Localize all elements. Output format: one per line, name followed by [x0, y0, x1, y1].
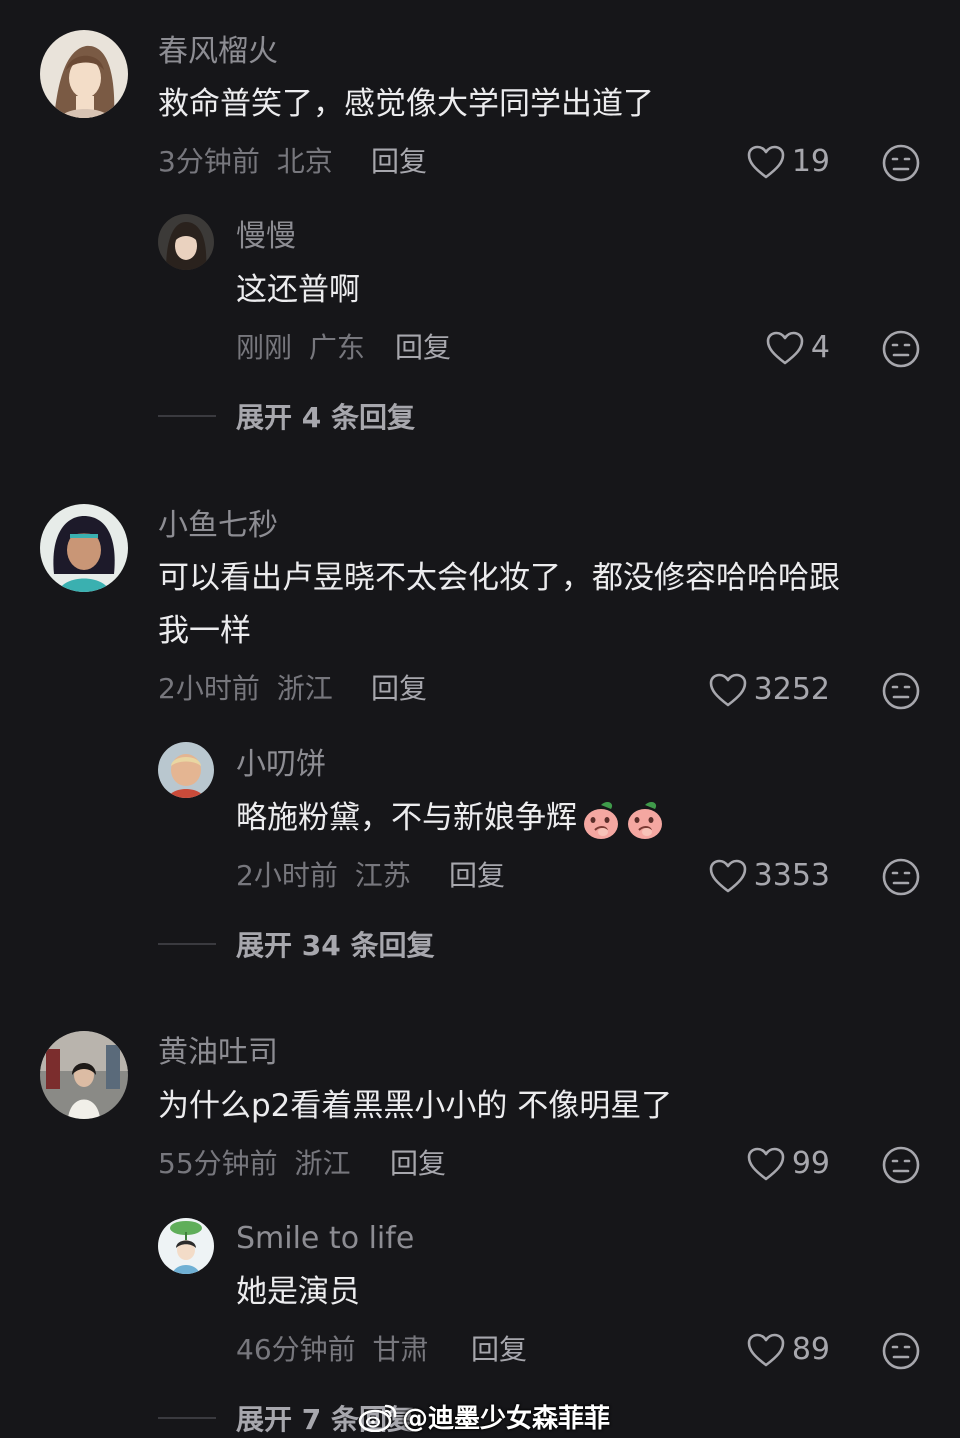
location: 甘肃	[372, 1333, 429, 1366]
like-count: 99	[791, 1146, 830, 1181]
watermark: @迪墨少女森菲菲	[358, 1398, 610, 1435]
like-button[interactable]: 89	[746, 1332, 830, 1368]
watermark-text: @迪墨少女森菲菲	[402, 1404, 611, 1434]
location: 浙江	[294, 1147, 351, 1180]
heart-icon	[746, 1146, 786, 1182]
username[interactable]: Smile to life	[236, 1224, 414, 1254]
timestamp: 55分钟前	[158, 1147, 278, 1180]
reply-button[interactable]: 回复	[471, 1336, 527, 1364]
weibo-icon	[358, 1402, 398, 1432]
comment-meta: 55分钟前 浙江	[158, 1150, 351, 1178]
like-count: 89	[791, 1332, 830, 1367]
username[interactable]: 黄油吐司	[158, 1038, 278, 1068]
reply-meta: 46分钟前 甘肃	[236, 1336, 429, 1364]
reply-button[interactable]: 回复	[390, 1150, 446, 1178]
dislike-icon[interactable]	[881, 1331, 921, 1371]
heart-icon	[746, 1332, 786, 1368]
divider	[158, 1417, 216, 1419]
avatar[interactable]	[158, 1218, 214, 1274]
timestamp: 46分钟前	[236, 1333, 356, 1366]
comment-text: 为什么p2看着黑黑小小的 不像明星了	[158, 1088, 673, 1124]
avatar[interactable]	[40, 1031, 128, 1119]
like-button[interactable]: 99	[746, 1146, 830, 1182]
comment-thread: 黄油吐司 为什么p2看着黑黑小小的 不像明星了 55分钟前 浙江 回复 99 S…	[0, 0, 960, 1436]
dislike-icon[interactable]	[881, 1145, 921, 1185]
reply-text: 她是演员	[236, 1274, 360, 1310]
